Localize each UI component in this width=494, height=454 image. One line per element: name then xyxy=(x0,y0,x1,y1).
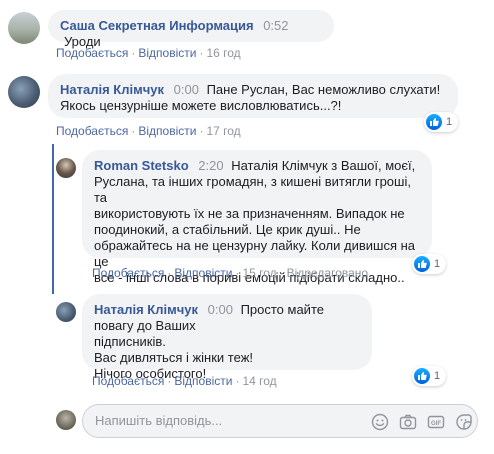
comment-actions: Подобається · Відповісти · 15 год · Відредагов… xyxy=(92,266,369,280)
comment-age[interactable]: 14 год xyxy=(242,374,276,388)
current-user-avatar xyxy=(56,410,76,430)
like-link[interactable]: Подобається xyxy=(56,124,128,138)
reply-link[interactable]: Відповісти xyxy=(138,46,196,60)
like-icon xyxy=(426,114,442,130)
comment-text-line: Наталія Клімчук з Вашої, моєї, xyxy=(231,158,416,173)
reply-link[interactable]: Відповісти xyxy=(174,374,232,388)
like-icon xyxy=(414,256,430,272)
comment-text-line: Руслана, та інших громадян, з кишені вит… xyxy=(94,174,411,205)
like-link[interactable]: Подобається xyxy=(92,374,164,388)
camera-icon[interactable] xyxy=(399,413,417,431)
reaction-number: 1 xyxy=(446,116,453,128)
comment-actions: Подобається · Відповісти · 14 год xyxy=(92,374,277,388)
avatar[interactable] xyxy=(56,158,76,178)
comment-age[interactable]: 15 год xyxy=(242,266,276,280)
comment-actions: Подобається · Відповісти · 16 год xyxy=(56,46,241,60)
sticker-icon[interactable] xyxy=(455,413,473,431)
comment-text-line: підписників. xyxy=(94,334,166,349)
comment-bubble: Наталія Клімчук 0:00 Просто майте повагу… xyxy=(82,294,372,381)
reply-link[interactable]: Відповісти xyxy=(138,124,196,138)
comment-timestamp[interactable]: 2:20 xyxy=(198,158,223,173)
edited-label[interactable]: Відредаговано xyxy=(287,266,368,280)
reaction-count[interactable]: 1 xyxy=(424,112,459,132)
avatar[interactable] xyxy=(8,76,40,108)
reply-link[interactable]: Відповісти xyxy=(174,266,232,280)
gif-icon[interactable]: GIF xyxy=(427,413,445,431)
like-link[interactable]: Подобається xyxy=(56,46,128,60)
comment-timestamp[interactable]: 0:00 xyxy=(174,82,199,97)
svg-text:GIF: GIF xyxy=(431,421,441,427)
smiley-icon[interactable] xyxy=(371,413,389,431)
thread-line xyxy=(52,144,54,294)
comment-bubble: Саша Секретная Информация 0:52 Уроди xyxy=(48,10,334,49)
comment-text-line: поодинокий, а стабільний. Це крик душі..… xyxy=(94,222,361,237)
comment-author[interactable]: Roman Stetsko xyxy=(94,158,189,173)
reaction-number: 1 xyxy=(434,258,441,270)
comment-actions: Подобається · Відповісти · 17 год xyxy=(56,124,241,138)
reply-box[interactable]: GIF xyxy=(82,404,478,438)
reply-input[interactable] xyxy=(95,413,285,428)
reaction-number: 1 xyxy=(434,370,441,382)
comment-author[interactable]: Наталія Клімчук xyxy=(94,302,198,317)
comment-author[interactable]: Саша Секретная Информация xyxy=(60,18,254,33)
comment-timestamp[interactable]: 0:00 xyxy=(208,302,233,317)
comment-author[interactable]: Наталія Клімчук xyxy=(60,82,164,97)
reaction-count[interactable]: 1 xyxy=(412,366,447,386)
reaction-count[interactable]: 1 xyxy=(412,254,447,274)
comment-age[interactable]: 16 год xyxy=(206,46,240,60)
comment-bubble: Roman Stetsko 2:20 Наталія Клімчук з Ваш… xyxy=(82,150,432,285)
comment-text-line: Якось цензурніше можете висловлюватись..… xyxy=(60,98,342,113)
comment-text-line: Пане Руслан, Вас неможливо слухати! xyxy=(206,82,441,97)
comment-bubble: Наталія Клімчук 0:00 Пане Руслан, Вас не… xyxy=(48,74,458,118)
avatar[interactable] xyxy=(56,302,76,322)
like-link[interactable]: Подобається xyxy=(92,266,164,280)
comment-text-line: Вас дивляться і жінки теж! xyxy=(94,350,253,365)
comment-text-line: використовують їх не за призначенням. Ви… xyxy=(94,206,405,221)
like-icon xyxy=(414,368,430,384)
comment-timestamp[interactable]: 0:52 xyxy=(263,18,288,33)
avatar[interactable] xyxy=(8,12,40,44)
comment-age[interactable]: 17 год xyxy=(206,124,240,138)
